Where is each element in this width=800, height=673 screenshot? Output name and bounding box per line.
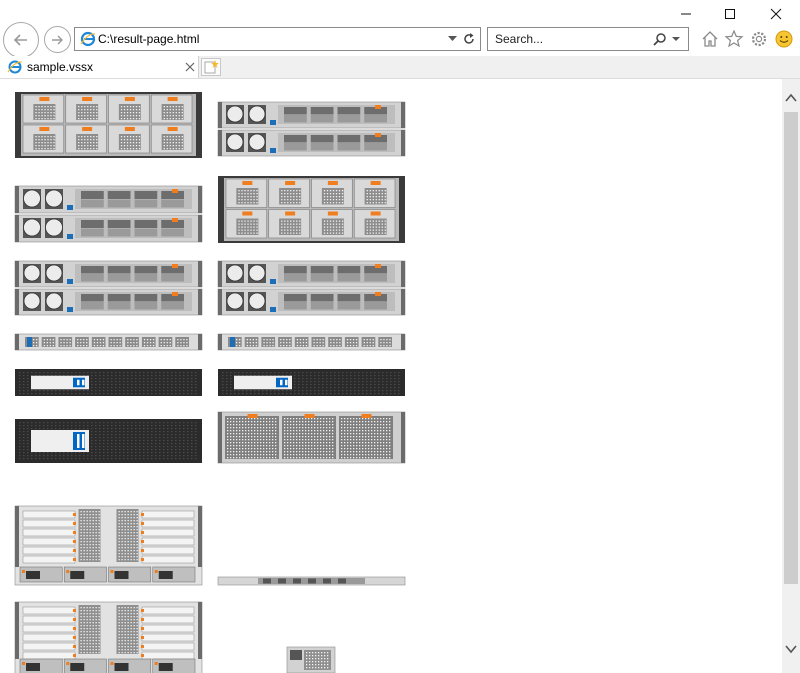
minimize-button[interactable] [672, 4, 700, 24]
netapp-shelf-3 [15, 419, 202, 463]
ie-page-icon [7, 60, 23, 74]
vertical-scrollbar[interactable] [782, 79, 800, 673]
stencil-canvas [14, 92, 406, 673]
settings-gear-icon[interactable] [749, 29, 769, 49]
back-button[interactable] [3, 22, 39, 58]
rack-server-2u-1 [217, 101, 406, 157]
address-bar[interactable]: C:\result-page.html [74, 27, 481, 51]
close-icon [770, 8, 782, 20]
rack-server-1u-1 [14, 333, 203, 351]
minimize-icon [681, 13, 691, 15]
rack-module-small [286, 646, 336, 673]
page-content [0, 79, 782, 673]
rack-shelf-flat [217, 576, 406, 586]
search-icon[interactable] [653, 32, 667, 46]
close-button[interactable] [762, 4, 790, 24]
new-tab-button[interactable] [201, 58, 221, 76]
blade-chassis-1 [14, 505, 203, 586]
maximize-icon [725, 9, 735, 19]
rack-unit-bays-1 [15, 92, 202, 158]
forward-button[interactable] [44, 26, 71, 53]
netapp-shelf-1 [15, 369, 202, 396]
scroll-up-icon[interactable] [785, 93, 797, 103]
scroll-down-icon[interactable] [785, 644, 797, 654]
new-tab-icon [204, 60, 219, 74]
scrollbar-thumb[interactable] [784, 112, 798, 584]
rack-server-2u-3 [14, 260, 203, 316]
search-input[interactable]: Search... [495, 32, 543, 46]
rack-unit-bays-2 [218, 176, 405, 243]
dropdown-icon[interactable] [448, 36, 457, 42]
tab-label: sample.vssx [27, 60, 94, 74]
feedback-smiley-icon[interactable] [774, 29, 794, 49]
netapp-shelf-2 [218, 369, 405, 396]
search-dropdown-icon[interactable] [672, 37, 680, 42]
back-icon [13, 34, 27, 46]
forward-icon [51, 35, 63, 44]
home-icon[interactable] [700, 29, 720, 49]
tab-bar: sample.vssx [0, 56, 800, 79]
tab-close-icon[interactable] [185, 62, 195, 72]
maximize-button[interactable] [716, 4, 744, 24]
address-text: C:\result-page.html [98, 32, 200, 46]
ie-logo-icon [80, 31, 96, 47]
favorites-star-icon[interactable] [724, 29, 744, 49]
search-box[interactable]: Search... [487, 27, 689, 51]
tab-sample-vssx[interactable]: sample.vssx [0, 56, 199, 78]
rack-server-1u-2 [217, 333, 406, 351]
refresh-icon[interactable] [462, 32, 476, 46]
rack-server-2u-2 [14, 185, 203, 243]
rack-server-2u-4 [217, 260, 406, 316]
storage-chassis-3panel [217, 411, 406, 464]
blade-chassis-2 [14, 601, 203, 673]
